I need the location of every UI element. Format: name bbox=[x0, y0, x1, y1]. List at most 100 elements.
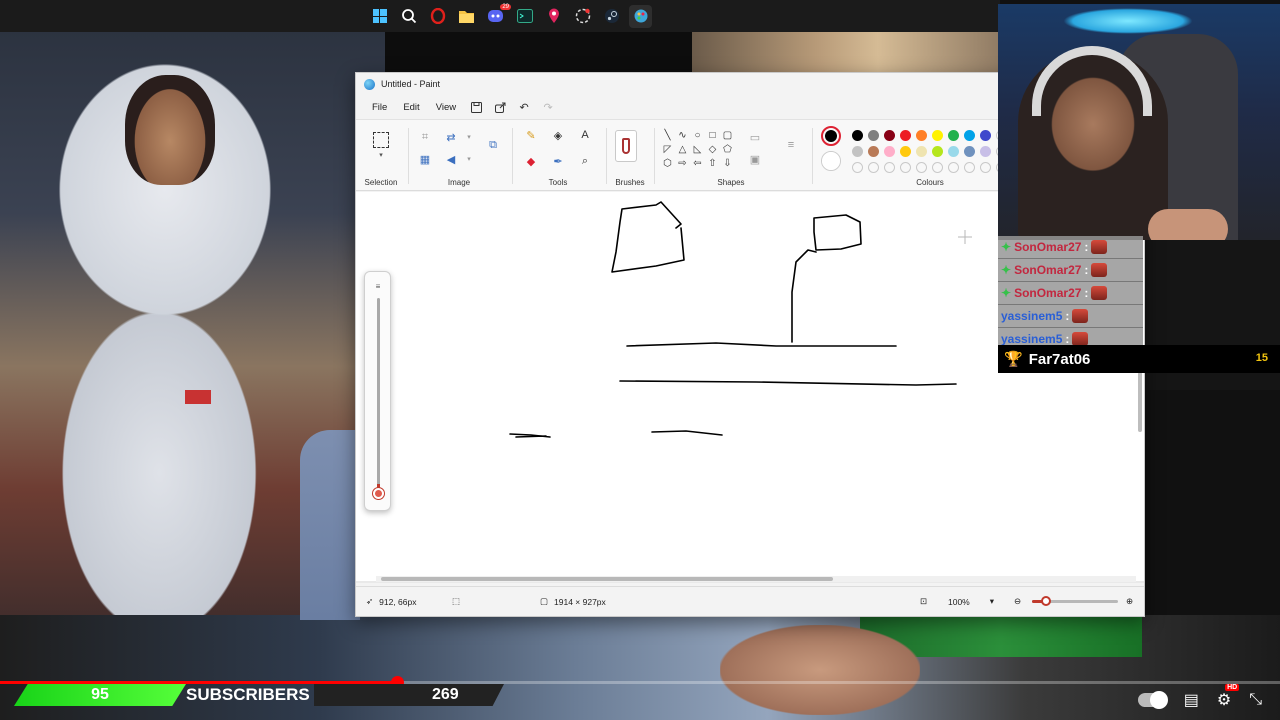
zoom-select[interactable]: 100% ▾ bbox=[948, 596, 994, 607]
colour-swatch[interactable] bbox=[980, 130, 991, 141]
colour-swatch[interactable] bbox=[868, 130, 879, 141]
chevron-down-icon[interactable]: ▾ bbox=[460, 150, 478, 168]
steam-icon[interactable] bbox=[600, 5, 623, 28]
terminal-icon[interactable] bbox=[513, 5, 536, 28]
brush-button[interactable] bbox=[615, 130, 637, 162]
horizontal-scrollbar[interactable] bbox=[376, 576, 1136, 582]
zoom-slider-thumb[interactable] bbox=[1041, 596, 1051, 606]
colour-1-button[interactable] bbox=[821, 126, 841, 146]
polygon-shape-icon[interactable]: ◸ bbox=[660, 142, 675, 156]
size-icon[interactable]: ≡ bbox=[782, 136, 800, 154]
paint-icon[interactable] bbox=[629, 4, 652, 28]
colour-swatch[interactable] bbox=[868, 162, 879, 173]
flip-icon[interactable]: ◀ bbox=[442, 150, 460, 168]
colour-swatch[interactable] bbox=[900, 130, 911, 141]
zoom-out-button[interactable]: ⊖ bbox=[1014, 596, 1021, 607]
colour-swatch[interactable] bbox=[980, 146, 991, 157]
colour-palette[interactable] bbox=[850, 128, 1010, 176]
search-icon[interactable] bbox=[397, 5, 420, 28]
undo-icon[interactable]: ↶ bbox=[514, 98, 534, 116]
drag-handle-icon[interactable]: ≡ bbox=[373, 282, 383, 291]
eraser-icon[interactable]: ◆ bbox=[522, 152, 540, 170]
resize-icon[interactable]: ⇄ bbox=[442, 128, 460, 146]
zoom-in-button[interactable]: ⊕ bbox=[1126, 596, 1133, 607]
colour-swatch[interactable] bbox=[900, 146, 911, 157]
horizontal-scroll-thumb[interactable] bbox=[381, 577, 833, 581]
menu-edit[interactable]: Edit bbox=[397, 99, 425, 116]
select-tool-button[interactable]: ▾ bbox=[366, 132, 396, 162]
chat-emote-icon bbox=[1072, 332, 1089, 346]
curve-shape-icon[interactable]: ∿ bbox=[675, 128, 690, 142]
colour-swatch[interactable] bbox=[900, 162, 911, 173]
discord-icon[interactable]: 29 bbox=[484, 3, 511, 28]
menu-file[interactable]: File bbox=[366, 99, 393, 116]
colour-swatch[interactable] bbox=[948, 130, 959, 141]
menu-view[interactable]: View bbox=[430, 99, 462, 116]
cursor-arrow-icon: ➶ bbox=[366, 596, 374, 606]
colour-swatch[interactable] bbox=[884, 130, 895, 141]
image-properties-icon[interactable]: ⧉ bbox=[484, 136, 502, 154]
file-explorer-icon[interactable] bbox=[455, 5, 478, 28]
save-icon[interactable] bbox=[466, 98, 486, 116]
fill-bucket-icon[interactable]: ◈ bbox=[549, 126, 567, 144]
crop-icon[interactable]: ⌗ bbox=[416, 128, 434, 146]
right-triangle-shape-icon[interactable]: ◺ bbox=[690, 142, 705, 156]
colour-swatch[interactable] bbox=[948, 162, 959, 173]
colour-swatch[interactable] bbox=[884, 146, 895, 157]
vertical-scrollbar[interactable] bbox=[1138, 372, 1142, 432]
colour-swatch[interactable] bbox=[964, 146, 975, 157]
triangle-shape-icon[interactable]: △ bbox=[675, 142, 690, 156]
text-tool-icon[interactable]: A bbox=[576, 126, 594, 144]
oval-shape-icon[interactable]: ○ bbox=[690, 128, 705, 142]
colour-swatch[interactable] bbox=[852, 130, 863, 141]
colour-swatch[interactable] bbox=[948, 146, 959, 157]
brush-size-slider[interactable]: ≡ bbox=[364, 271, 391, 511]
opera-icon[interactable] bbox=[426, 5, 449, 28]
colour-swatch[interactable] bbox=[916, 146, 927, 157]
colour-swatch[interactable] bbox=[932, 130, 943, 141]
rectangle-shape-icon[interactable]: □ bbox=[705, 128, 720, 142]
shape-fill-icon[interactable]: ▣ bbox=[746, 150, 764, 168]
autoplay-toggle[interactable] bbox=[1137, 691, 1168, 709]
settings-icon[interactable]: ⚙ HD bbox=[1217, 684, 1240, 710]
colour-swatch[interactable] bbox=[964, 162, 975, 173]
hexagon-shape-icon[interactable]: ⬡ bbox=[660, 156, 675, 170]
pentagon-shape-icon[interactable]: ⬠ bbox=[720, 142, 735, 156]
pencil-icon[interactable]: ✎ bbox=[522, 126, 540, 144]
colour-swatch[interactable] bbox=[980, 162, 991, 173]
colour-swatch[interactable] bbox=[868, 146, 879, 157]
line-shape-icon[interactable]: ╲ bbox=[660, 128, 675, 142]
zoom-slider[interactable] bbox=[1032, 596, 1118, 606]
rotate-icon[interactable]: ▦ bbox=[416, 150, 434, 168]
clock-badge-icon[interactable] bbox=[571, 5, 594, 28]
color-picker-icon[interactable]: ✒ bbox=[549, 152, 567, 170]
colour-2-button[interactable] bbox=[821, 151, 841, 171]
colour-swatch[interactable] bbox=[852, 162, 863, 173]
colour-swatch[interactable] bbox=[852, 146, 863, 157]
maps-pin-icon[interactable] bbox=[542, 5, 565, 28]
fullscreen-exit-icon[interactable]: ⤡ bbox=[1249, 691, 1262, 709]
colour-swatch[interactable] bbox=[932, 146, 943, 157]
fit-to-window-button[interactable]: ⊡ bbox=[920, 596, 927, 607]
shapes-gallery[interactable]: ╲ ∿ ○ □ ▢ ◸ △ ◺ ◇ ⬠ ⬡ ⇨ ⇦ ⇧ ⇩ bbox=[660, 128, 735, 170]
rounded-rect-shape-icon[interactable]: ▢ bbox=[720, 128, 735, 142]
chevron-down-icon[interactable]: ▾ bbox=[460, 128, 478, 146]
colour-swatch[interactable] bbox=[964, 130, 975, 141]
size-slider-track[interactable] bbox=[377, 298, 380, 494]
arrow-down-shape-icon[interactable]: ⇩ bbox=[720, 156, 735, 170]
arrow-right-shape-icon[interactable]: ⇨ bbox=[675, 156, 690, 170]
magnifier-icon[interactable]: ⌕ bbox=[576, 152, 594, 170]
share-icon[interactable] bbox=[490, 98, 510, 116]
size-slider-thumb[interactable] bbox=[373, 488, 384, 499]
colour-swatch[interactable] bbox=[916, 130, 927, 141]
diamond-shape-icon[interactable]: ◇ bbox=[705, 142, 720, 156]
outline-icon[interactable]: ▭ bbox=[746, 128, 764, 146]
colour-swatch[interactable] bbox=[932, 162, 943, 173]
windows-icon[interactable] bbox=[368, 5, 391, 28]
redo-icon[interactable]: ↷ bbox=[538, 98, 558, 116]
colour-swatch[interactable] bbox=[916, 162, 927, 173]
arrow-left-shape-icon[interactable]: ⇦ bbox=[690, 156, 705, 170]
captions-icon[interactable]: ▤ bbox=[1184, 690, 1199, 710]
colour-swatch[interactable] bbox=[884, 162, 895, 173]
arrow-up-shape-icon[interactable]: ⇧ bbox=[705, 156, 720, 170]
